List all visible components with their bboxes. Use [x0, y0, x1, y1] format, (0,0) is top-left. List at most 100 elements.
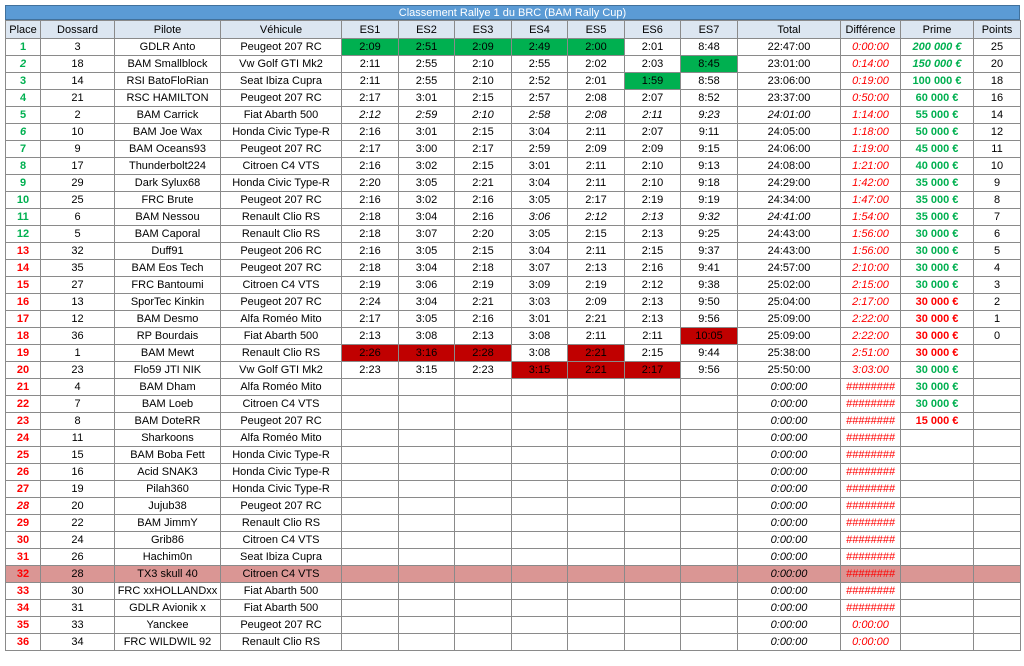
cell-es3[interactable]: 2:15 [454, 89, 512, 107]
cell-dossard[interactable]: 2 [40, 106, 115, 124]
cell-place[interactable]: 26 [5, 463, 41, 481]
cell-es3[interactable]: 2:15 [454, 157, 512, 175]
cell-es2[interactable]: 3:08 [398, 327, 455, 345]
cell-prime[interactable]: 15 000 € [900, 412, 974, 430]
cell-es5[interactable] [567, 633, 625, 651]
cell-es4[interactable]: 3:04 [511, 242, 568, 260]
cell-dossard[interactable]: 20 [40, 497, 115, 515]
cell-es2[interactable]: 3:01 [398, 89, 455, 107]
cell-difference[interactable]: 0:00:00 [840, 616, 901, 634]
cell-es2[interactable] [398, 412, 455, 430]
cell-prime[interactable]: 35 000 € [900, 208, 974, 226]
cell-difference[interactable]: 2:10:00 [840, 259, 901, 277]
cell-es4[interactable] [511, 514, 568, 532]
cell-es4[interactable] [511, 582, 568, 600]
cell-es1[interactable]: 2:18 [341, 208, 399, 226]
cell-pilote[interactable]: BAM Smallblock [114, 55, 221, 73]
column-header[interactable]: Pilote [114, 20, 221, 39]
cell-total[interactable]: 25:04:00 [737, 293, 841, 311]
cell-total[interactable]: 0:00:00 [737, 599, 841, 617]
cell-es4[interactable] [511, 446, 568, 464]
cell-es6[interactable]: 2:13 [624, 225, 681, 243]
cell-vehicule[interactable]: Fiat Abarth 500 [220, 106, 342, 124]
column-header[interactable]: ES5 [567, 20, 625, 39]
cell-es3[interactable] [454, 582, 512, 600]
cell-es2[interactable] [398, 480, 455, 498]
cell-difference[interactable]: 1:54:00 [840, 208, 901, 226]
cell-es5[interactable]: 2:11 [567, 327, 625, 345]
cell-es6[interactable] [624, 446, 681, 464]
cell-dossard[interactable]: 4 [40, 378, 115, 396]
cell-es7[interactable]: 9:37 [680, 242, 738, 260]
cell-dossard[interactable]: 24 [40, 531, 115, 549]
cell-es2[interactable]: 2:55 [398, 55, 455, 73]
cell-points[interactable] [973, 616, 1021, 634]
cell-es1[interactable] [341, 378, 399, 396]
cell-es5[interactable] [567, 480, 625, 498]
cell-es2[interactable] [398, 514, 455, 532]
cell-es4[interactable]: 2:58 [511, 106, 568, 124]
cell-difference[interactable]: 2:17:00 [840, 293, 901, 311]
cell-prime[interactable]: 30 000 € [900, 344, 974, 362]
cell-place[interactable]: 15 [5, 276, 41, 294]
cell-difference[interactable]: ######## [840, 497, 901, 515]
cell-dossard[interactable]: 27 [40, 276, 115, 294]
cell-es5[interactable]: 2:02 [567, 55, 625, 73]
cell-es3[interactable] [454, 616, 512, 634]
cell-vehicule[interactable]: Citroen C4 VTS [220, 531, 342, 549]
cell-total[interactable]: 0:00:00 [737, 531, 841, 549]
cell-es2[interactable] [398, 565, 455, 583]
column-header[interactable]: ES6 [624, 20, 681, 39]
cell-points[interactable] [973, 361, 1021, 379]
cell-dossard[interactable]: 36 [40, 327, 115, 345]
cell-total[interactable]: 23:37:00 [737, 89, 841, 107]
cell-es1[interactable]: 2:26 [341, 344, 399, 362]
cell-es7[interactable] [680, 446, 738, 464]
cell-es7[interactable]: 8:45 [680, 55, 738, 73]
cell-points[interactable]: 2 [973, 293, 1021, 311]
cell-place[interactable]: 12 [5, 225, 41, 243]
cell-prime[interactable]: 100 000 € [900, 72, 974, 90]
cell-es5[interactable] [567, 565, 625, 583]
cell-es3[interactable] [454, 395, 512, 413]
cell-es4[interactable] [511, 395, 568, 413]
cell-es6[interactable]: 2:13 [624, 208, 681, 226]
cell-place[interactable]: 8 [5, 157, 41, 175]
cell-es7[interactable] [680, 565, 738, 583]
cell-points[interactable]: 7 [973, 208, 1021, 226]
cell-place[interactable]: 34 [5, 599, 41, 617]
cell-es1[interactable] [341, 548, 399, 566]
cell-dossard[interactable]: 11 [40, 429, 115, 447]
cell-pilote[interactable]: BAM Desmo [114, 310, 221, 328]
cell-total[interactable]: 0:00:00 [737, 378, 841, 396]
cell-es6[interactable]: 2:19 [624, 191, 681, 209]
cell-points[interactable] [973, 412, 1021, 430]
cell-place[interactable]: 1 [5, 38, 41, 56]
cell-difference[interactable]: 1:56:00 [840, 242, 901, 260]
cell-es5[interactable]: 2:01 [567, 72, 625, 90]
cell-es1[interactable]: 2:20 [341, 174, 399, 192]
cell-es7[interactable] [680, 582, 738, 600]
cell-vehicule[interactable]: Alfa Roméo Mito [220, 310, 342, 328]
cell-es4[interactable] [511, 531, 568, 549]
cell-points[interactable]: 3 [973, 276, 1021, 294]
cell-es5[interactable] [567, 582, 625, 600]
cell-prime[interactable] [900, 446, 974, 464]
cell-es4[interactable]: 3:09 [511, 276, 568, 294]
cell-es6[interactable] [624, 429, 681, 447]
cell-es6[interactable]: 2:11 [624, 106, 681, 124]
cell-es2[interactable]: 3:07 [398, 225, 455, 243]
cell-points[interactable] [973, 548, 1021, 566]
cell-es5[interactable]: 2:13 [567, 259, 625, 277]
cell-difference[interactable]: ######## [840, 429, 901, 447]
cell-total[interactable]: 24:29:00 [737, 174, 841, 192]
cell-dossard[interactable]: 31 [40, 599, 115, 617]
cell-es6[interactable] [624, 633, 681, 651]
cell-es4[interactable]: 3:05 [511, 225, 568, 243]
cell-difference[interactable]: ######## [840, 565, 901, 583]
cell-es1[interactable]: 2:16 [341, 191, 399, 209]
cell-place[interactable]: 19 [5, 344, 41, 362]
cell-es7[interactable] [680, 429, 738, 447]
cell-vehicule[interactable]: Citroen C4 VTS [220, 395, 342, 413]
cell-place[interactable]: 28 [5, 497, 41, 515]
